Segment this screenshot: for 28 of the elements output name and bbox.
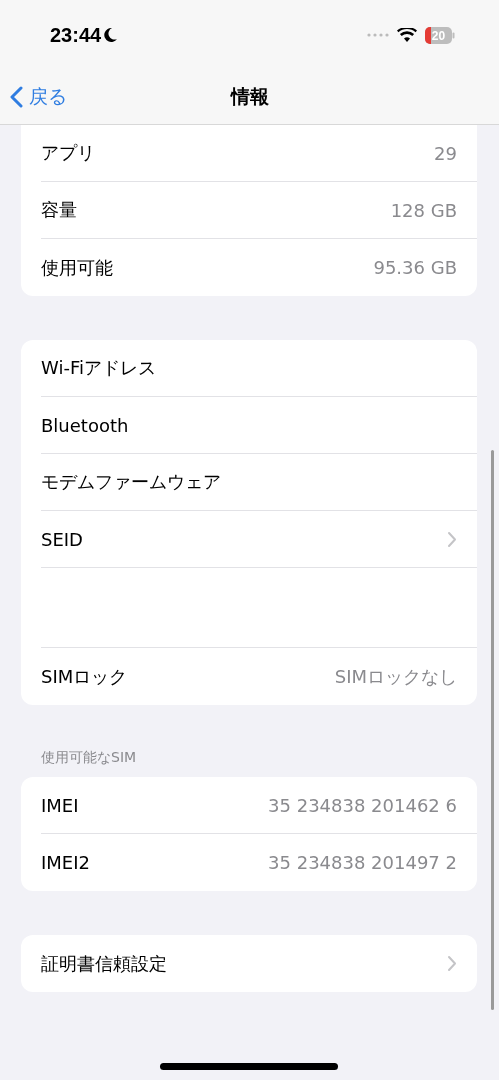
screen-title: 情報: [230, 84, 269, 109]
row-value: 95.36 GB: [373, 257, 457, 278]
row-value: 35 234838 201497 2: [268, 852, 457, 873]
row-label: SIMロック: [41, 664, 128, 689]
status-time: 23:44: [50, 23, 102, 47]
row-label: アプリ: [41, 141, 95, 165]
row-label: IMEI2: [41, 852, 90, 873]
row-label: 容量: [41, 198, 77, 222]
row-value: SIMロックなし: [334, 664, 457, 689]
chevron-right-icon[interactable]: [447, 955, 457, 972]
battery-icon: 20: [425, 26, 455, 44]
section-header: 使用可能なSIM: [40, 748, 138, 767]
back-button[interactable]: 戻る: [10, 84, 67, 110]
row-value: 29: [434, 142, 457, 164]
row-label: Bluetooth: [41, 414, 129, 436]
row-label: IMEI: [41, 794, 79, 816]
row-label: 使用可能: [41, 255, 113, 280]
row-label: 証明書信頼設定: [41, 951, 167, 976]
chevron-left-icon: [10, 86, 23, 108]
row-label: Wi-Fiアドレス: [41, 356, 156, 380]
row-value: 128 GB: [390, 199, 457, 221]
chevron-right-icon[interactable]: [447, 530, 457, 548]
row-label: SEID: [41, 528, 83, 550]
wifi-icon: [397, 27, 417, 43]
row-label: モデムファームウェア: [41, 470, 221, 494]
moon-icon: [104, 27, 119, 43]
signal-icon: [367, 33, 389, 37]
row-value: 35 234838 201462 6: [268, 794, 457, 816]
